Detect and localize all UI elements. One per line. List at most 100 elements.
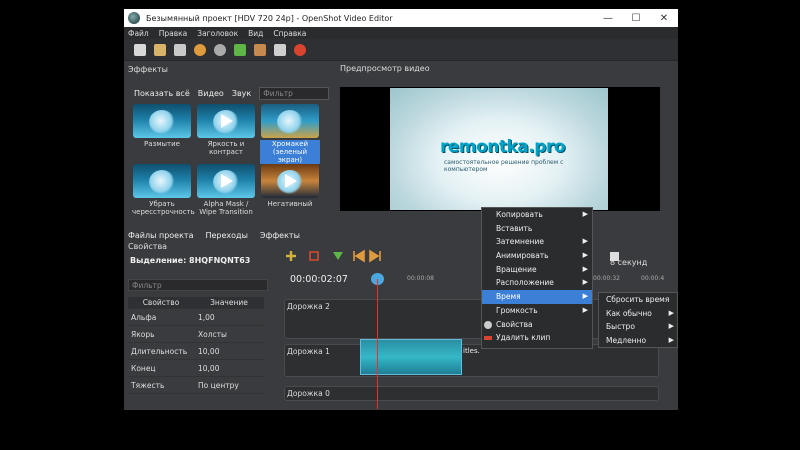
chevron-right-icon: ▶ [668,335,674,344]
menu-item-layout[interactable]: Расположение ▶ [482,276,592,290]
menu-bar: Файл Правка Заголовок Вид Справка [124,27,678,39]
preview-frame: remontka.pro самостоятельное решение про… [390,88,608,210]
menu-item-label: Быстро [606,322,635,331]
menu-help[interactable]: Справка [273,29,306,38]
table-row[interactable]: Конец 10,00 [128,360,264,377]
export-video-icon[interactable] [294,43,306,56]
submenu-item-normal[interactable]: Как обычно ▶ [599,307,677,321]
tab-transitions[interactable]: Переходы [205,231,247,240]
effect-alpha-mask[interactable]: Alpha Mask / Wipe Transition [196,164,256,216]
jump-start-icon[interactable] [353,249,365,263]
menu-title[interactable]: Заголовок [197,29,238,38]
menu-item-volume[interactable]: Громкость ▶ [482,304,592,318]
menu-item-label: Громкость [496,305,538,315]
maximize-button[interactable]: ☐ [622,9,650,27]
submenu-item-reset-time[interactable]: Сбросить время [599,293,677,307]
effect-label: Негативный [267,200,313,208]
profile-icon[interactable] [254,43,266,56]
openshot-window: Безымянный проект [HDV 720 24p] - OpenSh… [124,9,678,410]
properties-filter-input[interactable]: Фильтр [128,279,268,291]
property-value[interactable]: По центру [194,381,264,390]
brand-logo-text: remontka.pro [440,137,566,157]
ruler-tick-label: 00:00:32 [593,275,620,282]
effect-thumbnail [261,104,319,138]
timeline-track-0[interactable]: Дорожка 0 [284,386,659,401]
effect-thumbnail [261,164,319,198]
close-button[interactable]: ✕ [650,9,678,27]
menu-item-label: Вставить [496,223,533,233]
playhead-line[interactable] [377,279,378,409]
menu-item-label: Свойства [496,319,533,329]
chevron-right-icon: ▶ [582,237,588,246]
menu-item-label: Время [496,292,521,302]
tab-effects[interactable]: Эффекты [260,231,300,240]
minimize-button[interactable]: — [594,9,622,27]
menu-file[interactable]: Файл [128,29,149,38]
table-row[interactable]: Длительность 10,00 [128,343,264,360]
add-track-icon[interactable] [286,251,296,261]
track-name: Дорожка 2 [287,302,330,311]
tab-project-files[interactable]: Файлы проекта [128,231,193,240]
effect-label: Хромакей (зеленый экран) [260,140,320,164]
menu-edit[interactable]: Правка [159,29,188,38]
redo-icon[interactable] [214,43,226,56]
property-name: Длительность [131,346,188,356]
video-preview[interactable]: remontka.pro самостоятельное решение про… [340,87,660,211]
undo-icon[interactable] [194,43,206,56]
menu-item-rotate[interactable]: Вращение ▶ [482,263,592,277]
marker-icon[interactable] [333,252,343,260]
property-value[interactable]: Холсты [194,330,264,339]
menu-item-copy[interactable]: Копировать ▶ [482,208,592,222]
remove-icon [484,336,492,341]
track-name: Дорожка 1 [287,347,330,356]
effect-deinterlace[interactable]: Убрать чересстрочность [132,164,195,216]
new-project-icon[interactable] [134,43,146,56]
menu-item-paste[interactable]: Вставить [482,222,592,236]
effects-grid: Размытие Яркость и контраст Хромакей (зе… [132,104,328,222]
table-row[interactable]: Альфа 1,00 [128,309,264,326]
property-value[interactable]: 1,00 [194,313,264,322]
menu-view[interactable]: Вид [248,29,263,38]
menu-item-animate[interactable]: Анимировать ▶ [482,249,592,263]
main-toolbar [124,39,678,61]
menu-item-fade[interactable]: Затемнение ▶ [482,235,592,249]
effects-filter-input[interactable]: Фильтр [259,86,330,100]
table-row[interactable]: Якорь Холсты [128,326,264,343]
open-project-icon[interactable] [154,43,166,56]
effect-brightness[interactable]: Яркость и контраст [196,104,256,156]
chevron-right-icon: ▶ [582,305,588,314]
menu-item-properties[interactable]: Свойства [482,318,592,332]
effect-negative[interactable]: Негативный [260,164,320,208]
ruler-tick-label: 00:00:08 [407,275,434,282]
fullscreen-icon[interactable] [274,43,286,56]
effects-tab-audio[interactable]: Звук [232,89,251,98]
effect-thumbnail [133,104,191,138]
jump-end-icon[interactable] [369,249,381,263]
submenu-item-slow[interactable]: Медленно ▶ [599,334,677,348]
chevron-right-icon: ▶ [582,251,588,260]
column-header-value: Значение [210,298,248,307]
menu-item-label: Сбросить время [606,295,670,304]
effects-tab-all[interactable]: Показать всё [134,89,190,98]
effect-blur[interactable]: Размытие [132,104,192,148]
effect-label: Размытие [144,140,180,148]
submenu-item-fast[interactable]: Быстро ▶ [599,320,677,334]
save-project-icon[interactable] [174,43,186,56]
menu-item-label: Вращение [496,264,537,274]
chevron-right-icon: ▶ [668,308,674,317]
snap-icon[interactable] [309,251,319,261]
timeline-track-1[interactable]: Дорожка 1 itles. [284,344,659,377]
import-files-icon[interactable] [234,43,246,56]
property-name: Конец [131,363,156,373]
clip-title-label: itles. [463,347,480,355]
property-value[interactable]: 10,00 [194,364,264,373]
bottom-panel-tabs: Файлы проекта Переходы Эффекты [128,228,338,242]
timeline-clip[interactable] [360,339,462,375]
property-value[interactable]: 10,00 [194,347,264,356]
menu-item-remove-clip[interactable]: Удалить клип [482,331,592,345]
effects-tab-video[interactable]: Видео [198,89,224,98]
properties-table-header: Свойство Значение [128,297,264,309]
table-row[interactable]: Тяжесть По центру [128,377,264,394]
effect-chromakey[interactable]: Хромакей (зеленый экран) [260,104,320,164]
menu-item-time[interactable]: Время ▶ [482,290,592,304]
